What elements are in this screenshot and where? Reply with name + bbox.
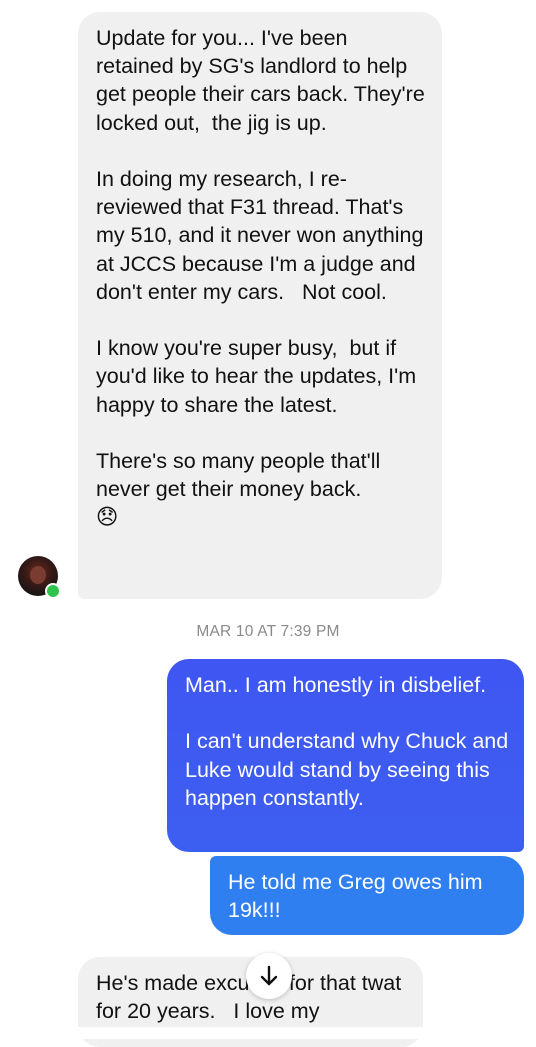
scroll-to-bottom-button[interactable] — [246, 953, 292, 999]
message-timestamp: MAR 10 AT 7:39 PM — [196, 623, 340, 640]
contact-avatar[interactable] — [18, 556, 61, 599]
viewport-bottom-edge — [0, 1027, 536, 1039]
online-status-indicator — [45, 583, 61, 599]
incoming-message-bubble[interactable]: Update for you... I've been retained by … — [78, 12, 442, 599]
arrow-down-icon — [260, 965, 278, 986]
outgoing-message-bubble[interactable]: He told me Greg owes him 19k!!! — [210, 856, 524, 935]
outgoing-message-bubble[interactable]: Man.. I am honestly in disbelief. I can'… — [167, 659, 524, 852]
avatar-photo — [30, 566, 46, 584]
